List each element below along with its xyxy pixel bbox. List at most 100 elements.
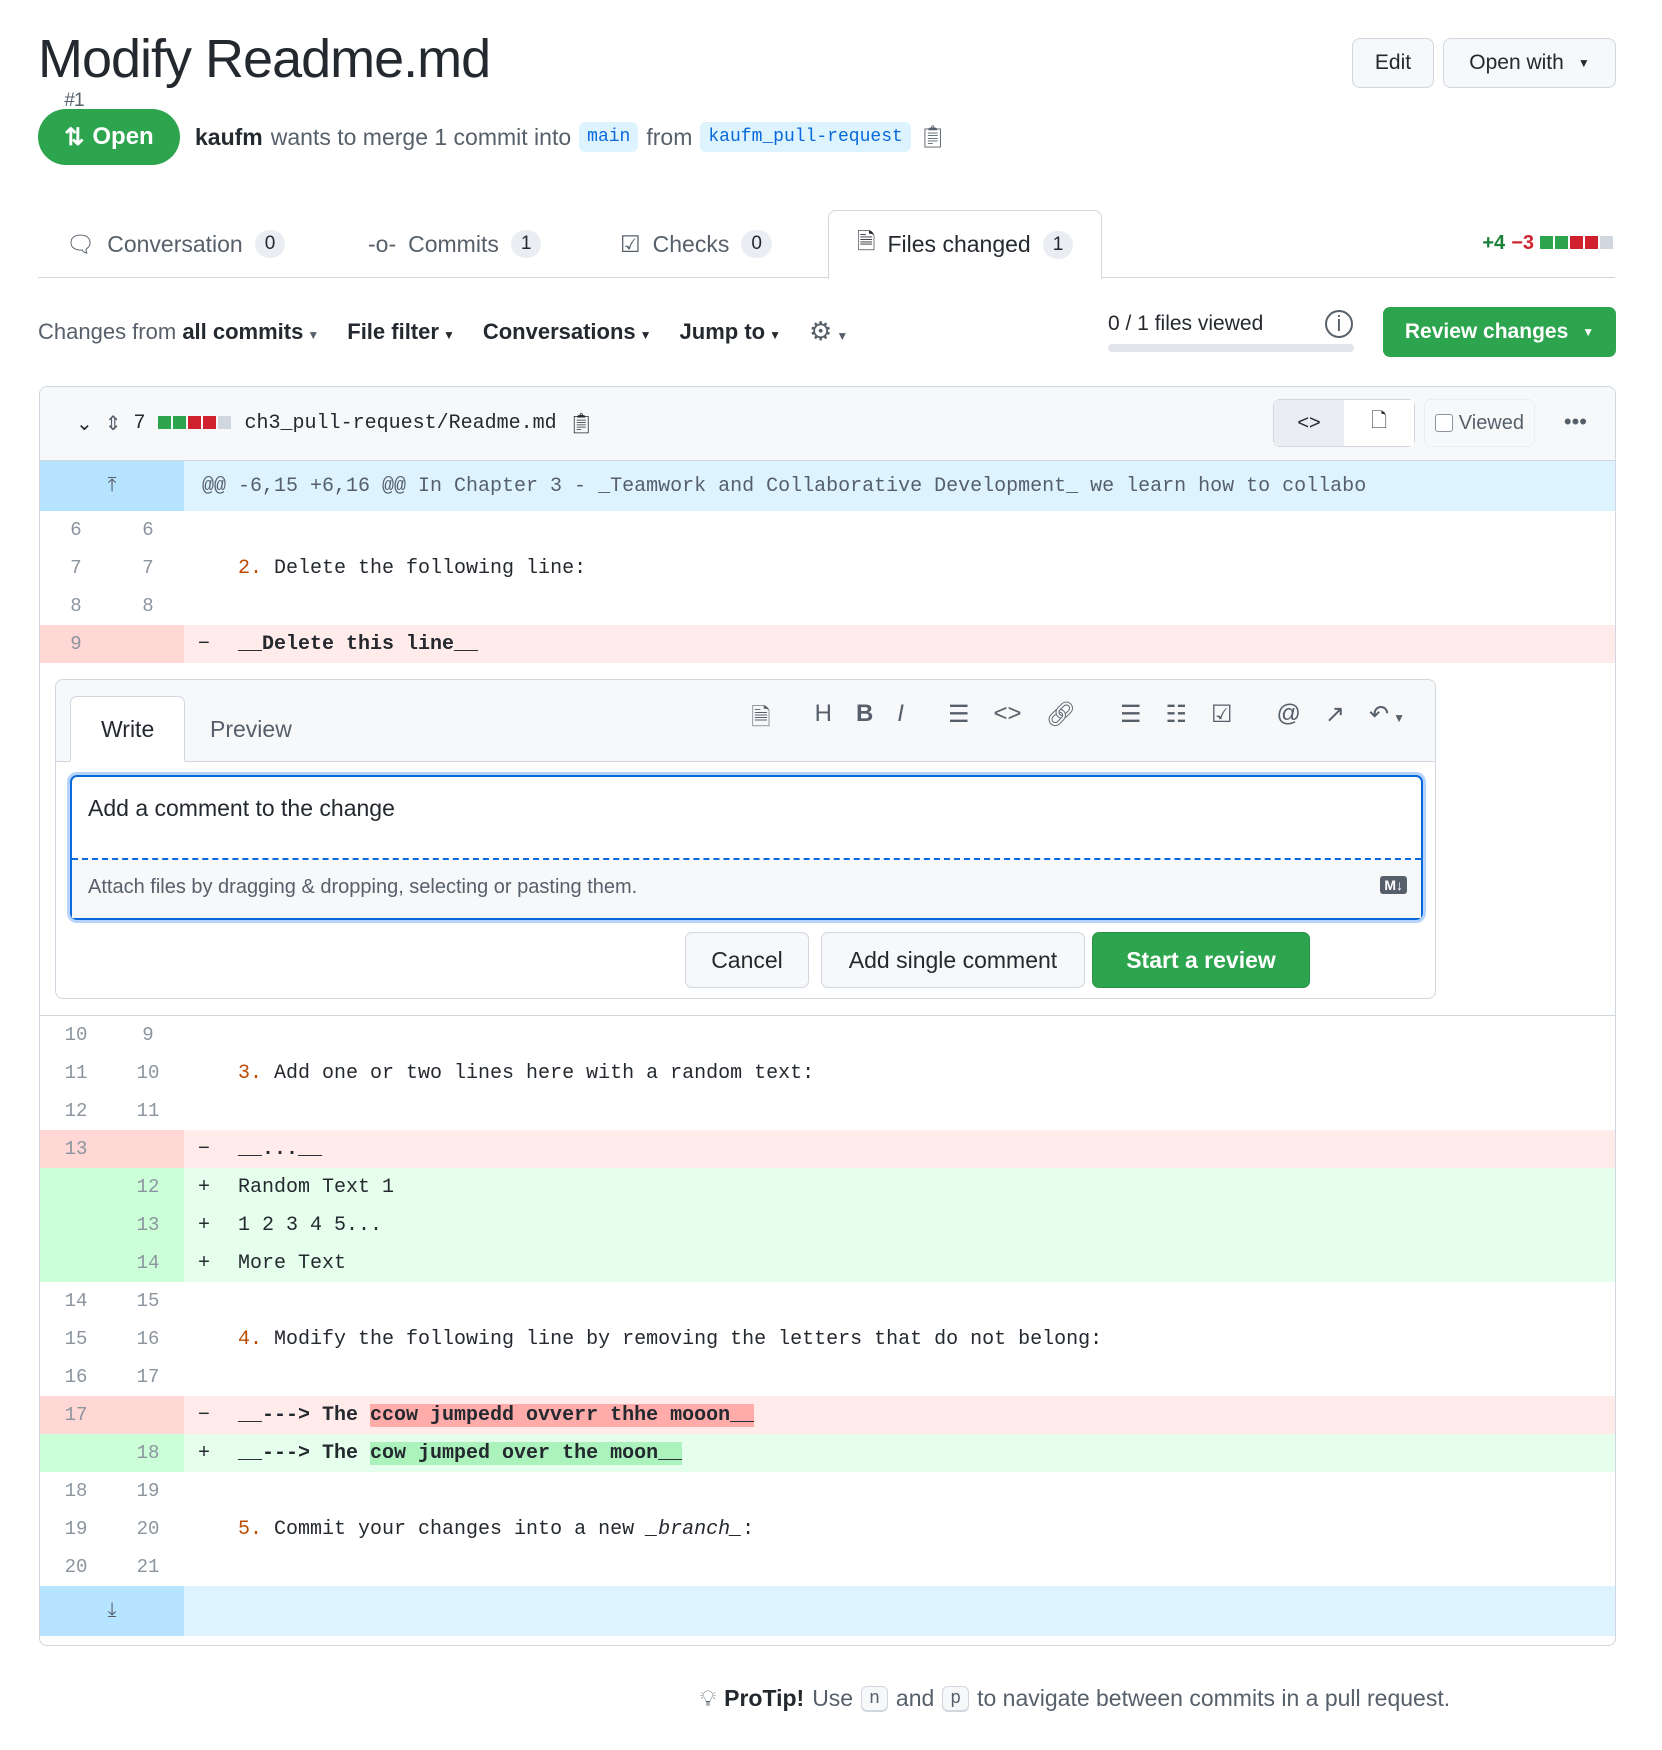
- old-line-number[interactable]: 20: [40, 1548, 112, 1586]
- copy-icon[interactable]: 📋︎: [569, 411, 594, 436]
- new-line-number[interactable]: 19: [112, 1472, 184, 1510]
- changes-prefix: Changes from: [38, 318, 177, 344]
- head-branch[interactable]: kaufm_pull-request: [700, 122, 911, 152]
- old-line-number[interactable]: 10: [40, 1016, 112, 1054]
- review-changes-button[interactable]: Review changes ▼: [1383, 307, 1616, 357]
- old-line-number[interactable]: 15: [40, 1320, 112, 1358]
- code-token: __...__: [238, 1137, 323, 1161]
- new-line-number[interactable]: 7: [112, 549, 184, 587]
- old-line-number[interactable]: 13: [40, 1130, 112, 1168]
- old-line-number[interactable]: 18: [40, 1472, 112, 1510]
- comment-textarea[interactable]: Add a comment to the change Attach files…: [70, 775, 1423, 920]
- expand-down-icon[interactable]: ⤓: [40, 1586, 184, 1636]
- new-line-number[interactable]: [112, 1396, 184, 1434]
- tab-files-changed[interactable]: 🗎︎ Files changed 1: [828, 210, 1103, 279]
- open-with-button[interactable]: Open with ▼: [1443, 38, 1616, 88]
- added-line: 18 + __---> The cow jumped over the moon__: [40, 1434, 1615, 1472]
- added-line: 12 + Random Text 1: [40, 1168, 1615, 1206]
- settings-dropdown[interactable]: ⚙ ▼: [809, 316, 848, 347]
- info-icon[interactable]: i: [1325, 310, 1353, 338]
- code-line: __---> The ccow jumpedd ovverr thhe mooo…: [224, 1403, 755, 1427]
- old-line-number[interactable]: 17: [40, 1396, 112, 1434]
- old-line-number[interactable]: 8: [40, 587, 112, 625]
- jump-to-dropdown[interactable]: Jump to ▼: [680, 319, 781, 345]
- old-line-number[interactable]: 7: [40, 549, 112, 587]
- old-line-number[interactable]: 19: [40, 1510, 112, 1548]
- file-filter-label: File filter: [347, 318, 439, 344]
- old-line-number[interactable]: [40, 1168, 112, 1206]
- heading-icon[interactable]: H: [815, 700, 832, 741]
- changes-from-dropdown[interactable]: Changes from all commits ▼: [38, 319, 319, 345]
- tab-label: Files changed: [887, 231, 1031, 257]
- cancel-button[interactable]: Cancel: [685, 932, 809, 988]
- old-line-number[interactable]: [40, 1244, 112, 1282]
- author-link[interactable]: kaufm: [195, 124, 263, 151]
- attach-files-area[interactable]: Attach files by dragging & dropping, sel…: [72, 858, 1421, 918]
- new-line-number[interactable]: 9: [112, 1016, 184, 1054]
- new-line-number[interactable]: 16: [112, 1320, 184, 1358]
- edit-button[interactable]: Edit: [1352, 38, 1434, 88]
- new-line-number[interactable]: [112, 1130, 184, 1168]
- new-line-number[interactable]: 14: [112, 1244, 184, 1282]
- start-review-button[interactable]: Start a review: [1092, 932, 1310, 988]
- old-line-number[interactable]: [40, 1434, 112, 1472]
- old-line-number[interactable]: 11: [40, 1054, 112, 1092]
- new-line-number[interactable]: 17: [112, 1358, 184, 1396]
- new-line-number[interactable]: 15: [112, 1282, 184, 1320]
- more-options-icon[interactable]: •••: [1564, 409, 1587, 435]
- diff-rows: 6 6 7 7 2. Delete the following line: 8 8 9 − __D…: [40, 511, 1615, 663]
- collapse-chevron-icon[interactable]: ⌄: [76, 411, 93, 436]
- context-line: 19 20 5. Commit your changes into a new _b…: [40, 1510, 1615, 1548]
- tab-conversation[interactable]: 🗨︎ Conversation 0: [66, 210, 286, 278]
- rich-view-icon[interactable]: 🗋︎: [1344, 400, 1414, 446]
- old-line-number[interactable]: 14: [40, 1282, 112, 1320]
- preview-tab[interactable]: Preview: [180, 696, 322, 762]
- write-tab[interactable]: Write: [70, 696, 186, 762]
- file-filter-dropdown[interactable]: File filter ▼: [347, 319, 455, 345]
- old-line-number[interactable]: [40, 1206, 112, 1244]
- new-line-number[interactable]: 20: [112, 1510, 184, 1548]
- new-line-number[interactable]: 6: [112, 511, 184, 549]
- caret-down-icon: ▼: [1577, 56, 1590, 70]
- mention-icon[interactable]: @: [1277, 700, 1301, 741]
- base-branch[interactable]: main: [579, 122, 639, 152]
- new-line-number[interactable]: 11: [112, 1092, 184, 1130]
- link-icon[interactable]: 🔗︎: [1046, 700, 1076, 741]
- conversations-dropdown[interactable]: Conversations ▼: [483, 319, 652, 345]
- new-line-number[interactable]: 10: [112, 1054, 184, 1092]
- new-line-number[interactable]: 18: [112, 1434, 184, 1472]
- pr-tabs: 🗨︎ Conversation 0 -o- Commits 1 ☑︎ Checks 0 🗎︎…: [38, 210, 1615, 279]
- kbd-n: n: [861, 1685, 888, 1712]
- source-view-icon[interactable]: <>: [1274, 400, 1344, 446]
- new-line-number[interactable]: 21: [112, 1548, 184, 1586]
- expand-up-icon[interactable]: ⤒: [40, 461, 184, 511]
- bold-icon[interactable]: B: [856, 700, 873, 741]
- new-line-number[interactable]: 12: [112, 1168, 184, 1206]
- old-line-number[interactable]: 6: [40, 511, 112, 549]
- bulleted-list-icon[interactable]: ☰: [1120, 700, 1142, 741]
- suggestion-icon[interactable]: 🗎︎: [751, 700, 770, 741]
- tab-checks[interactable]: ☑︎ Checks 0: [620, 210, 772, 278]
- expand-all-icon[interactable]: ⇕: [105, 411, 122, 436]
- diff-sign: +: [197, 1251, 210, 1275]
- copy-icon[interactable]: 📋︎: [919, 124, 947, 150]
- tab-commits[interactable]: -o- Commits 1: [368, 210, 542, 278]
- quote-icon[interactable]: ☰: [948, 700, 970, 741]
- new-line-number[interactable]: 13: [112, 1206, 184, 1244]
- reply-icon[interactable]: ↶ ▼: [1369, 700, 1405, 741]
- code-icon[interactable]: <>: [993, 700, 1021, 741]
- old-line-number[interactable]: 16: [40, 1358, 112, 1396]
- viewed-checkbox[interactable]: Viewed: [1423, 399, 1535, 447]
- add-single-comment-button[interactable]: Add single comment: [821, 932, 1085, 988]
- old-line-number[interactable]: 9: [40, 625, 112, 663]
- task-list-icon[interactable]: ☑: [1211, 700, 1233, 741]
- new-line-number[interactable]: [112, 625, 184, 663]
- checklist-icon: ☑︎: [620, 230, 641, 257]
- new-line-number[interactable]: 8: [112, 587, 184, 625]
- italic-icon[interactable]: I: [897, 700, 904, 741]
- cross-reference-icon[interactable]: ↗: [1325, 700, 1345, 741]
- file-path[interactable]: ch3_pull-request/Readme.md: [245, 412, 557, 435]
- open-with-label: Open with: [1469, 51, 1564, 74]
- numbered-list-icon[interactable]: ☷: [1165, 700, 1187, 741]
- old-line-number[interactable]: 12: [40, 1092, 112, 1130]
